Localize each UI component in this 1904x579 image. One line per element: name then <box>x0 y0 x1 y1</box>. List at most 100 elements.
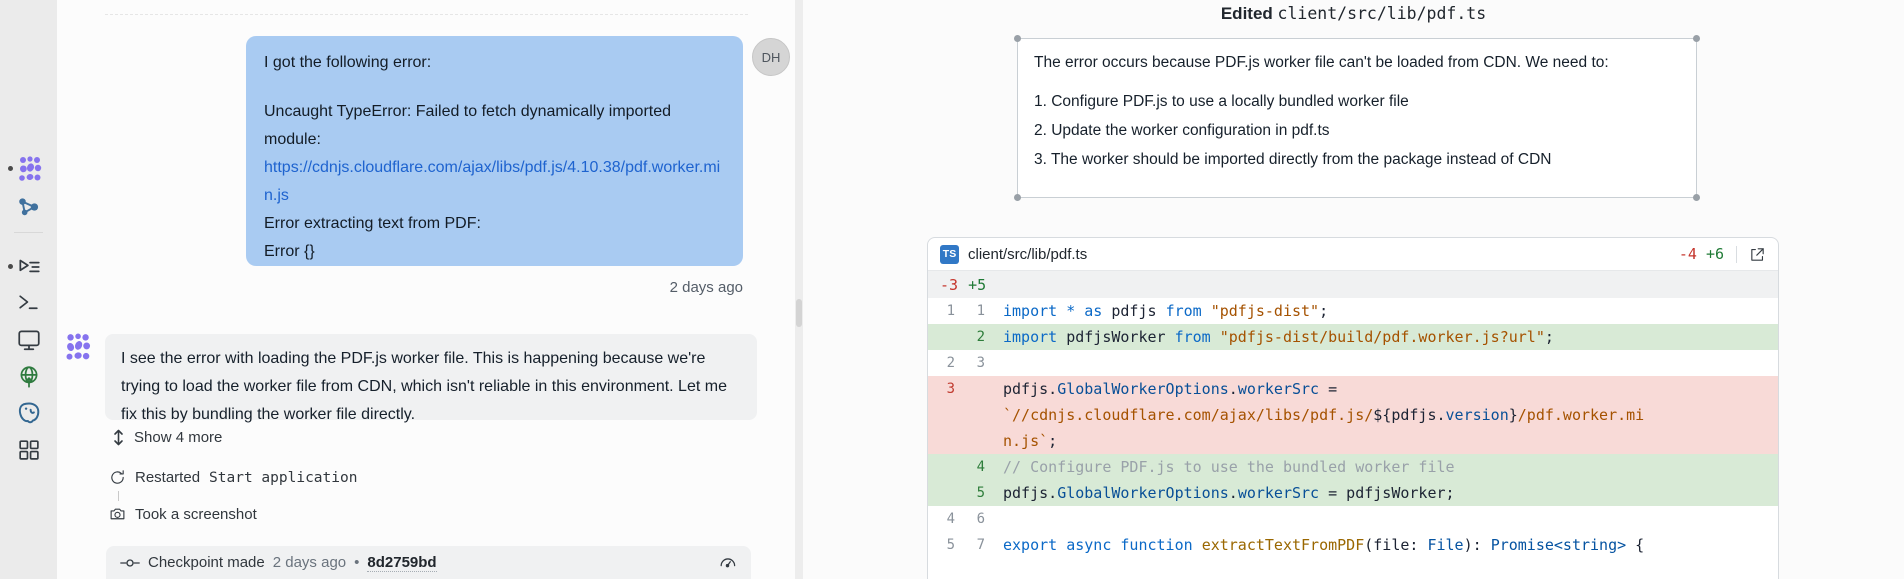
user-message-error2: Error extracting text from PDF: <box>264 210 725 238</box>
line-number-new: 3 <box>958 350 988 376</box>
agent-message-text: I see the error with loading the PDF.js … <box>121 345 741 429</box>
diff-row: 11import * as pdfjs from "pdfjs-dist"; <box>928 298 1778 324</box>
editor-title: Edited client/src/lib/pdf.ts <box>803 1 1904 27</box>
line-number-old: 4 <box>928 506 958 532</box>
restarted-label: Restarted <box>135 469 200 486</box>
line-number-old: 5 <box>928 532 958 558</box>
sidebar-item-workflows[interactable] <box>0 254 57 280</box>
checkpoint-time: 2 days ago <box>273 554 346 571</box>
note-item-3: 3. The worker should be imported directl… <box>1034 149 1680 170</box>
checkpoint-hash[interactable]: 8d2759bd <box>367 554 436 572</box>
user-message-error3: Error {} <box>264 238 725 266</box>
show-more-label: Show 4 more <box>134 429 222 446</box>
line-number-old <box>928 480 958 506</box>
diff-row: 23 <box>928 350 1778 376</box>
user-message-bubble: I got the following error: Uncaught Type… <box>246 36 743 266</box>
line-number-old: 3 <box>928 376 958 402</box>
code-line: import pdfjsWorker from "pdfjs-dist/buil… <box>988 324 1554 350</box>
diff-filename: client/src/lib/pdf.ts <box>968 246 1087 263</box>
sidebar-item-agent[interactable] <box>0 155 57 183</box>
open-file-button[interactable] <box>1749 246 1766 263</box>
camera-icon <box>109 506 126 523</box>
postgresql-icon <box>16 400 42 426</box>
code-line: pdfjs.GlobalWorkerOptions.workerSrc = <box>988 376 1337 402</box>
editor-pane: Edited client/src/lib/pdf.ts The error o… <box>803 0 1904 579</box>
chat-panel: I got the following error: Uncaught Type… <box>57 0 803 579</box>
timeline-restarted: Restarted Start application <box>109 469 357 486</box>
code-line: `//cdnjs.cloudflare.com/ajax/libs/pdf.js… <box>988 402 1644 428</box>
expand-updown-icon <box>112 429 125 446</box>
diff-row: 57export async function extractTextFromP… <box>928 532 1778 558</box>
note-item-2: 2. Update the worker configuration in pd… <box>1034 120 1680 141</box>
git-network-icon <box>16 194 42 220</box>
line-number-old: 1 <box>928 298 958 324</box>
timeline-connector <box>118 491 119 501</box>
line-number-new <box>958 402 988 428</box>
line-number-new <box>958 428 988 454</box>
chat-scrollbar-thumb[interactable] <box>796 299 802 327</box>
sidebar-item-git[interactable] <box>0 194 57 220</box>
diff-row: 4// Configure PDF.js to use the bundled … <box>928 454 1778 480</box>
hunk-removed: -3 <box>940 276 958 294</box>
app-root: I got the following error: Uncaught Type… <box>0 0 1904 579</box>
code-line: n.js`; <box>988 428 1057 454</box>
checkpoint-bar: Checkpoint made 2 days ago • 8d2759bd <box>106 546 751 579</box>
show-more-button[interactable]: Show 4 more <box>112 429 222 446</box>
selection-handle <box>1014 194 1021 201</box>
timeline-screenshot: Took a screenshot <box>109 506 257 523</box>
diff-row: 5pdfjs.GlobalWorkerOptions.workerSrc = p… <box>928 480 1778 506</box>
diff-row: n.js`; <box>928 428 1778 454</box>
all-tools-grid-icon <box>16 437 41 462</box>
terminal-icon <box>16 290 41 315</box>
line-number-new: 1 <box>958 298 988 324</box>
sidebar-item-networking[interactable] <box>0 364 57 390</box>
diff-body: 11import * as pdfjs from "pdfjs-dist";2i… <box>928 298 1778 558</box>
monitor-icon <box>16 327 42 353</box>
hunk-added: +5 <box>968 276 986 294</box>
line-number-old: 2 <box>928 350 958 376</box>
line-number-old <box>928 324 958 350</box>
line-number-new <box>958 376 988 402</box>
chat-scrollbar <box>795 0 803 579</box>
code-line <box>988 350 1003 376</box>
line-number-new: 5 <box>958 480 988 506</box>
diff-row: `//cdnjs.cloudflare.com/ajax/libs/pdf.js… <box>928 402 1778 428</box>
sidebar-divider <box>14 232 43 233</box>
checkpoint-label: Checkpoint made <box>148 554 265 571</box>
sidebar-item-all-tools[interactable] <box>0 437 57 462</box>
code-line: import * as pdfjs from "pdfjs-dist"; <box>988 298 1328 324</box>
note-intro: The error occurs because PDF.js worker f… <box>1034 52 1680 73</box>
restart-icon <box>109 469 126 486</box>
user-avatar: DH <box>752 38 790 76</box>
diff-row: 46 <box>928 506 1778 532</box>
code-line: // Configure PDF.js to use the bundled w… <box>988 454 1455 480</box>
screenshot-label: Took a screenshot <box>135 506 257 523</box>
rollback-gauge-icon[interactable] <box>718 553 737 572</box>
sidebar-item-terminal[interactable] <box>0 290 57 315</box>
code-line: export async function extractTextFromPDF… <box>988 532 1644 558</box>
sidebar-item-output[interactable] <box>0 327 57 353</box>
header-divider <box>1736 246 1737 263</box>
diff-row: 2import pdfjsWorker from "pdfjs-dist/bui… <box>928 324 1778 350</box>
added-count: +6 <box>1706 245 1724 263</box>
open-external-icon <box>1749 246 1766 263</box>
line-number-old <box>928 402 958 428</box>
previous-message-edge <box>105 14 748 15</box>
sidebar-item-database[interactable] <box>0 400 57 426</box>
agent-message-card: I see the error with loading the PDF.js … <box>105 334 757 420</box>
line-number-old <box>928 428 958 454</box>
typescript-file-icon: TS <box>940 245 959 264</box>
tool-sidebar <box>0 0 57 579</box>
line-number-new: 2 <box>958 324 988 350</box>
diff-panel: TS client/src/lib/pdf.ts -4 +6 -3 +5 11i… <box>927 237 1779 579</box>
line-number-new: 7 <box>958 532 988 558</box>
line-number-old <box>928 454 958 480</box>
replit-agent-icon <box>15 155 43 183</box>
code-line <box>988 506 1003 532</box>
restarted-target: Start application <box>209 470 357 486</box>
hunk-header: -3 +5 <box>928 271 1778 298</box>
selection-handle <box>1693 35 1700 42</box>
editor-title-prefix: Edited <box>1221 4 1273 23</box>
error-url-link[interactable]: https://cdnjs.cloudflare.com/ajax/libs/p… <box>264 154 725 210</box>
checkpoint-separator: • <box>354 554 359 571</box>
